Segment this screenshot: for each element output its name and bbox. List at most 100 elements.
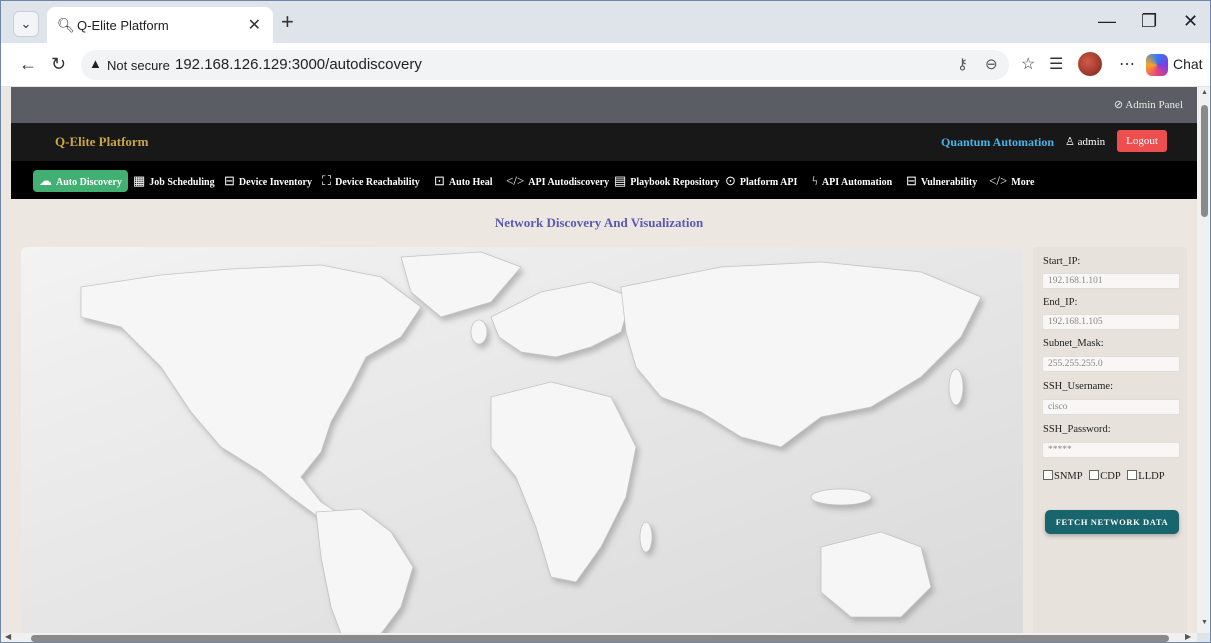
browser-toolbar: ← ↻ ▲ Not secure 192.168.126.129:3000/au… <box>1 43 1210 87</box>
nav-item-more[interactable]: </> More <box>989 170 1034 192</box>
code-icon: </> <box>506 173 525 188</box>
nav-item-vulnerability[interactable]: ⊟ Vulnerability <box>906 170 977 192</box>
ssh-password-label: SSH_Password: <box>1043 424 1111 435</box>
snmp-checkbox[interactable] <box>1043 470 1053 480</box>
user-menu[interactable]: ♙ admin <box>1065 135 1105 148</box>
horizontal-scroll-thumb[interactable] <box>31 635 1169 642</box>
nav-item-device-inventory[interactable]: ⊟ Device Inventory <box>224 170 312 192</box>
cdp-label: CDP <box>1100 471 1121 482</box>
q-logo-icon: 🔍︎ <box>57 17 75 33</box>
subnet-mask-label: Subnet_Mask: <box>1043 338 1104 349</box>
hard-drive-icon: ⊟ <box>906 173 917 188</box>
nav-item-api-autodiscovery[interactable]: </> API Autodiscovery <box>506 170 609 192</box>
nav-item-device-reachability[interactable]: ⛶ Device Reachability <box>322 170 420 192</box>
reload-icon[interactable]: ↻ <box>51 54 66 75</box>
code-icon: </> <box>989 173 1008 188</box>
europe-shape <box>490 281 632 358</box>
favorites-list-icon[interactable]: ☰ <box>1049 54 1063 74</box>
browser-tab[interactable]: 🔍︎ Q-Elite Platform ✕ <box>47 7 273 43</box>
logout-button[interactable]: Logout <box>1117 130 1167 152</box>
admin-panel-link[interactable]: ⊘ Admin Panel <box>1114 98 1183 111</box>
tab-strip: ⌄ 🔍︎ Q-Elite Platform ✕ + — ❐ ✕ <box>1 1 1210 43</box>
indonesia-shape <box>810 488 872 506</box>
hard-drive-icon: ⊟ <box>224 173 235 188</box>
close-icon[interactable]: ✕ <box>248 15 261 35</box>
warning-icon: ▲ <box>89 56 102 71</box>
admin-bar: ⊘ Admin Panel <box>11 87 1197 123</box>
north-america-shape <box>80 264 422 520</box>
snmp-label: SNMP <box>1054 471 1083 482</box>
pulse-icon: ⊡ <box>434 173 445 188</box>
nav-item-job-scheduling[interactable]: ▦ Job Scheduling <box>133 170 215 192</box>
favorite-star-icon[interactable]: ☆ <box>1021 54 1035 74</box>
subnet-mask-input[interactable] <box>1042 356 1180 372</box>
chat-label[interactable]: Chat <box>1173 56 1203 72</box>
nav-item-auto-discovery[interactable]: ☁ Auto Discovery <box>33 170 128 192</box>
bug-icon: ⊙ <box>725 173 736 188</box>
scroll-up-icon[interactable]: ▲ <box>1201 89 1208 96</box>
end-ip-label: End_IP: <box>1043 297 1078 308</box>
tab-list-button[interactable]: ⌄ <box>13 11 39 37</box>
profile-avatar[interactable] <box>1078 52 1102 76</box>
scroll-down-icon[interactable]: ▼ <box>1201 619 1208 626</box>
close-window-icon[interactable]: ✕ <box>1183 11 1198 32</box>
lldp-label: LLDP <box>1138 471 1165 482</box>
uk-shape <box>470 319 488 345</box>
copilot-icon[interactable] <box>1146 54 1168 76</box>
book-icon: ▤ <box>614 173 627 188</box>
world-map-graphic <box>80 251 982 633</box>
brand-logo[interactable]: Q-Elite Platform <box>55 134 149 150</box>
japan-shape <box>948 368 964 406</box>
lightning-icon: ϟ <box>812 173 818 188</box>
madagascar-shape <box>639 521 653 553</box>
fetch-network-data-button[interactable]: FETCH NETWORK DATA <box>1045 510 1179 534</box>
shield-check-icon: ⊘ <box>1113 99 1126 111</box>
asia-shape <box>620 261 982 448</box>
network-icon: ⛶ <box>322 173 332 188</box>
page-content: ⊘ Admin Panel Q-Elite Platform Quantum A… <box>1 87 1197 633</box>
browser-window: ⌄ 🔍︎ Q-Elite Platform ✕ + — ❐ ✕ ← ↻ ▲ No… <box>0 0 1211 643</box>
start-ip-input[interactable] <box>1042 273 1180 289</box>
discovery-form: Start_IP: End_IP: Subnet_Mask: SSH_Usern… <box>1033 247 1187 633</box>
scroll-left-icon[interactable]: ◀ <box>5 632 11 641</box>
africa-shape <box>490 381 637 583</box>
nav-item-auto-heal[interactable]: ⊡ Auto Heal <box>434 170 493 192</box>
key-icon[interactable]: ⚷ <box>957 55 968 73</box>
vertical-scroll-thumb[interactable] <box>1201 105 1208 217</box>
ssh-username-label: SSH_Username: <box>1043 381 1113 392</box>
nav-item-platform-api[interactable]: ⊙ Platform API <box>725 170 797 192</box>
ssh-username-input[interactable] <box>1042 399 1180 415</box>
south-america-shape <box>315 508 414 633</box>
chevron-down-icon: ⌄ <box>20 16 32 31</box>
back-arrow-icon[interactable]: ← <box>19 54 37 75</box>
cdp-checkbox[interactable] <box>1089 470 1100 480</box>
main-nav: ☁ Auto Discovery ▦ Job Scheduling ⊟ Device … <box>11 161 1197 199</box>
org-link[interactable]: Quantum Automation <box>941 135 1054 150</box>
start-ip-label: Start_IP: <box>1043 256 1081 267</box>
vertical-scrollbar[interactable]: ▲ ▼ <box>1197 87 1210 633</box>
user-icon: ♙ <box>1065 136 1078 148</box>
url-text[interactable]: 192.168.126.129:3000/autodiscovery <box>175 56 422 73</box>
lldp-checkbox[interactable] <box>1127 470 1138 480</box>
more-options-icon[interactable]: ⋯ <box>1119 54 1135 74</box>
australia-shape <box>820 531 932 618</box>
restore-icon[interactable]: ❐ <box>1141 11 1157 32</box>
nav-item-playbook-repository[interactable]: ▤ Playbook Repository <box>614 170 719 192</box>
scroll-right-icon[interactable]: ▶ <box>1185 632 1191 641</box>
security-label[interactable]: Not secure <box>107 58 170 73</box>
minimize-icon[interactable]: — <box>1098 11 1116 32</box>
horizontal-scrollbar[interactable]: ◀ ▶ <box>1 632 1197 642</box>
ssh-password-input[interactable] <box>1042 442 1180 458</box>
address-bar[interactable]: ▲ Not secure 192.168.126.129:3000/autodi… <box>81 50 1009 80</box>
new-tab-icon[interactable]: + <box>281 9 294 35</box>
tab-title: Q-Elite Platform <box>77 18 169 33</box>
calendar-icon: ▦ <box>133 173 146 188</box>
app-header: Q-Elite Platform Quantum Automation ♙ ad… <box>11 123 1197 161</box>
zoom-icon[interactable]: ⊖ <box>985 55 998 73</box>
protocol-options: SNMP CDP LLDP <box>1043 470 1169 482</box>
nav-item-api-automation[interactable]: ϟ API Automation <box>812 170 892 192</box>
world-map <box>21 247 1023 633</box>
end-ip-input[interactable] <box>1042 314 1180 330</box>
cloud-icon: ☁ <box>39 173 52 188</box>
page-title: Network Discovery And Visualization <box>494 215 704 230</box>
